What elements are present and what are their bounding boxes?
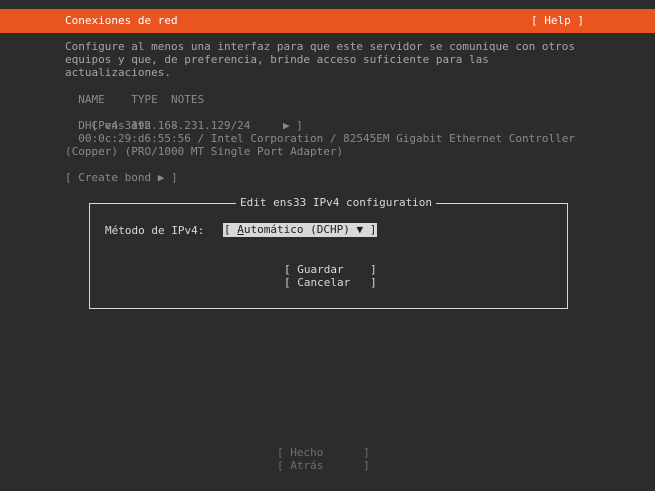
select-open-bracket: [ <box>224 223 238 236</box>
page-title: Conexiones de red <box>65 14 178 27</box>
ipv4-method-label: Método de IPv4: <box>105 224 205 237</box>
dialog-title: Edit ens33 IPv4 configuration <box>236 196 437 210</box>
save-button[interactable]: [ Guardar ] <box>284 263 377 277</box>
done-button[interactable]: [ Hecho ] <box>277 446 370 459</box>
intro-line-1: Configure al menos una interfaz para que… <box>65 40 575 53</box>
help-button[interactable]: [ Help ] <box>531 14 584 28</box>
cancel-button[interactable]: [ Cancelar ] <box>284 276 377 290</box>
interface-row-ens33[interactable]: [ ens33 eth - ▶ ] <box>65 106 305 132</box>
create-bond-button[interactable]: [ Create bond ▶ ] <box>65 171 178 184</box>
header-bar: Conexiones de red [ Help ] <box>0 9 655 33</box>
select-value: utomático (DCHP) ▼ ] <box>243 223 377 236</box>
back-button[interactable]: [ Atrás ] <box>277 459 370 472</box>
ipv4-method-select[interactable]: [ Automático (DCHP) ▼ ] <box>223 223 378 237</box>
installer-screen: Conexiones de red [ Help ] Configure al … <box>0 0 655 491</box>
interface-mac-line: 00:0c:29:d6:55:56 / Intel Corporation / … <box>65 132 575 145</box>
interface-expand-arrow: ▶ ] <box>283 119 303 132</box>
interface-adapter-line: (Copper) (PRO/1000 MT Single Port Adapte… <box>65 145 344 158</box>
intro-line-3: actualizaciones. <box>65 66 171 79</box>
interface-dhcp-line: DHCPv4 192.168.231.129/24 <box>65 119 251 132</box>
interfaces-header: NAME TYPE NOTES <box>65 93 205 106</box>
intro-line-2: equipos y que, de preferencia, brinde ac… <box>65 53 489 66</box>
select-accelerator-letter: A <box>237 223 244 236</box>
ipv4-config-dialog: Edit ens33 IPv4 configuration Método de … <box>89 196 568 309</box>
